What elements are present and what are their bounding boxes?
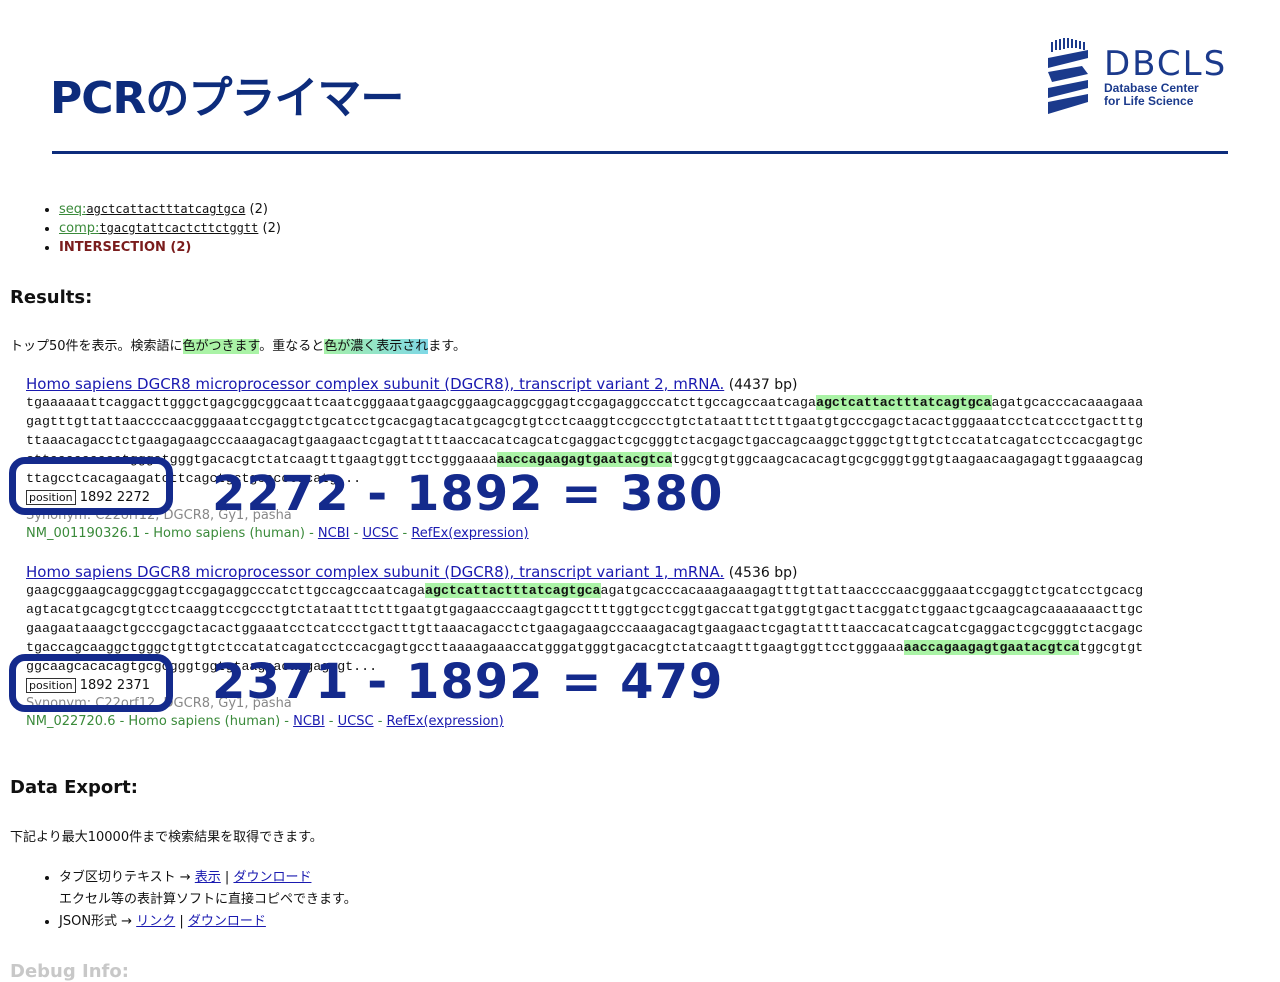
- note-text-c: 。重なると: [259, 339, 325, 354]
- results-heading: Results:: [10, 287, 93, 308]
- term-seq-value[interactable]: agctcattactttatcagtgca: [86, 202, 245, 216]
- result-title-link-1[interactable]: Homo sapiens DGCR8 microprocessor comple…: [26, 375, 724, 393]
- ncbi-link[interactable]: NCBI: [293, 714, 325, 729]
- sequence-text: gaagcggaagcaggcggagtccgagaggcccatcttgcca…: [26, 583, 425, 598]
- results-note: トップ50件を表示。検索語に色がつきます。重なると色が濃く表示されます。: [10, 335, 1190, 354]
- export-options-list: タブ区切りテキスト → 表示 | ダウンロード エクセル等の表計算ソフトに直接コ…: [10, 867, 1190, 933]
- export-json-download-link[interactable]: ダウンロード: [188, 914, 266, 929]
- result-length-1: (4437 bp): [728, 377, 798, 393]
- primer-match-comp: aaccagaagagtgaatacgtca: [496, 452, 673, 467]
- result-source-1: NM_001190326.1 - Homo sapiens (human) - …: [26, 526, 529, 541]
- length-calc-2: 2371 - 1892 = 479: [212, 654, 724, 710]
- length-calc-1: 2272 - 1892 = 380: [212, 466, 724, 522]
- term-item-seq: seq:agctcattactttatcagtgca (2): [59, 200, 1190, 219]
- debug-info-heading: Debug Info:: [10, 961, 129, 982]
- export-tsv-label: タブ区切りテキスト →: [59, 870, 195, 885]
- primer-match-seq: agctcattactttatcagtgca: [815, 395, 992, 410]
- note-text-a: トップ50件を表示。検索語に: [10, 339, 183, 354]
- result-source-2: NM_022720.6 - Homo sapiens (human) - NCB…: [26, 714, 504, 729]
- export-json-link[interactable]: リンク: [136, 914, 175, 929]
- export-tsv-download-link[interactable]: ダウンロード: [233, 870, 311, 885]
- result-length-2: (4536 bp): [728, 565, 798, 581]
- logo-name: DBCLS: [1104, 44, 1228, 84]
- export-separator: |: [175, 914, 188, 929]
- primer-match-comp: aaccagaagagtgaatacgtca: [903, 640, 1080, 655]
- export-tsv-subnote: エクセル等の表計算ソフトに直接コピペできます。: [59, 892, 357, 907]
- term-comp-link[interactable]: comp:: [59, 221, 99, 236]
- ncbi-link[interactable]: NCBI: [318, 526, 350, 541]
- export-item-tsv: タブ区切りテキスト → 表示 | ダウンロード エクセル等の表計算ソフトに直接コ…: [59, 867, 1190, 911]
- title-divider: [52, 151, 1228, 154]
- refex-link[interactable]: RefEx(expression): [411, 526, 528, 541]
- term-intersection[interactable]: INTERSECTION (2): [59, 240, 191, 255]
- data-export-note: 下記より最大10000件まで検索結果を取得できます。: [10, 830, 323, 845]
- term-item-comp: comp:tgacgtattcactcttctggtt (2): [59, 219, 1190, 238]
- export-tsv-view-link[interactable]: 表示: [195, 870, 221, 885]
- search-result-page: seq:agctcattactttatcagtgca (2) comp:tgac…: [10, 196, 1190, 982]
- note-text-e: ます。: [428, 339, 466, 354]
- export-item-json: JSON形式 → リンク | ダウンロード: [59, 911, 1190, 933]
- term-comp-count: (2): [262, 221, 281, 236]
- accession-text: NM_022720.6 - Homo sapiens (human) -: [26, 714, 289, 729]
- position-highlight-box-1: [9, 457, 173, 515]
- refex-link[interactable]: RefEx(expression): [387, 714, 504, 729]
- term-comp-value[interactable]: tgacgtattcactcttctggtt: [99, 221, 258, 235]
- logo-line2: for Life Science: [1104, 94, 1194, 108]
- term-item-intersection: INTERSECTION (2): [59, 238, 1190, 257]
- ucsc-link[interactable]: UCSC: [338, 714, 374, 729]
- result-title-link-2[interactable]: Homo sapiens DGCR8 microprocessor comple…: [26, 563, 724, 581]
- slide-title: PCRのプライマー: [50, 73, 404, 124]
- note-highlight-color: 色がつきます: [182, 339, 260, 354]
- ucsc-link[interactable]: UCSC: [362, 526, 398, 541]
- note-highlight-overlap: 色が濃く表示され: [324, 339, 429, 354]
- data-export-heading: Data Export:: [10, 777, 138, 798]
- search-terms-list: seq:agctcattactttatcagtgca (2) comp:tgac…: [10, 200, 1190, 257]
- accession-text: NM_001190326.1 - Homo sapiens (human) -: [26, 526, 314, 541]
- export-separator: |: [220, 870, 234, 885]
- position-highlight-box-2: [9, 654, 173, 712]
- sequence-text: tgaaaaaattcaggacttgggctgagcggcggcaattcaa…: [26, 395, 816, 410]
- dna-helix-icon: [1048, 38, 1088, 114]
- primer-match-seq: agctcattactttatcagtgca: [424, 583, 601, 598]
- export-json-label: JSON形式 →: [59, 914, 137, 929]
- term-seq-count: (2): [249, 202, 268, 217]
- term-seq-link[interactable]: seq:: [59, 202, 86, 217]
- dbcls-logo: DBCLS Database Center for Life Science: [1044, 38, 1234, 122]
